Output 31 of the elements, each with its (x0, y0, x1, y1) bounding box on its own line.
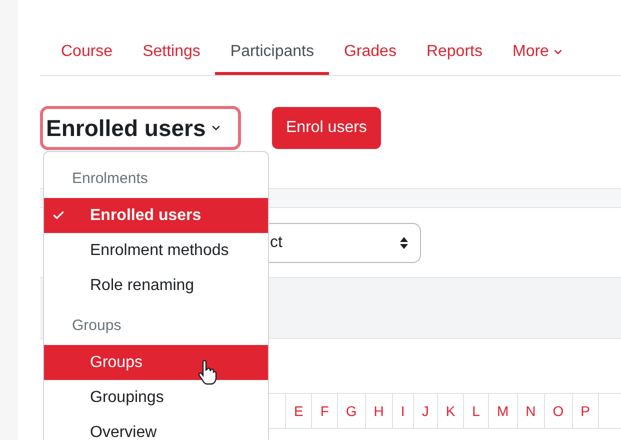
letter-filter-link[interactable]: G (338, 394, 366, 428)
sort-arrows-icon (400, 237, 408, 249)
letter-filter-link[interactable]: I (392, 394, 414, 428)
menu-section-heading: Enrolments (71, 169, 149, 189)
menu-item[interactable]: Groups (44, 345, 268, 380)
nav-tab[interactable]: Participants (215, 31, 329, 75)
letter-filter-link[interactable]: E (286, 394, 312, 428)
menu-item[interactable]: Groupings (44, 380, 268, 415)
letter-filter-link[interactable]: N (518, 394, 545, 428)
nav-tab[interactable]: Settings (128, 31, 216, 75)
letter-filter-link[interactable]: F (312, 394, 338, 428)
nav-tab[interactable]: More (497, 31, 579, 75)
page-select[interactable]: Enrolled users (40, 106, 241, 150)
menu-item[interactable]: Enrolled users (44, 198, 268, 233)
menu-item[interactable]: Role renaming (44, 268, 268, 303)
letter-filter-link[interactable]: J (414, 394, 438, 428)
letter-filter-link[interactable]: L (464, 394, 489, 428)
menu-section-heading: Groups (71, 316, 122, 336)
filter-select-value: ct (270, 233, 282, 253)
letter-filter-link[interactable]: K (438, 394, 464, 428)
letter-filter-link[interactable]: P (572, 394, 599, 428)
letter-filter-link[interactable]: H (366, 394, 393, 428)
nav-tab[interactable]: Course (46, 31, 128, 75)
hand-cursor-icon (197, 360, 217, 386)
letter-filter-link[interactable]: M (488, 394, 518, 428)
nav-tab[interactable]: Grades (328, 31, 412, 75)
letter-filter-link[interactable]: O (544, 394, 573, 428)
enrol-users-button[interactable]: Enrol users (272, 107, 381, 149)
check-icon (52, 209, 65, 222)
menu-item[interactable]: Overview (44, 415, 268, 440)
nav-tab[interactable]: Reports (411, 31, 498, 75)
